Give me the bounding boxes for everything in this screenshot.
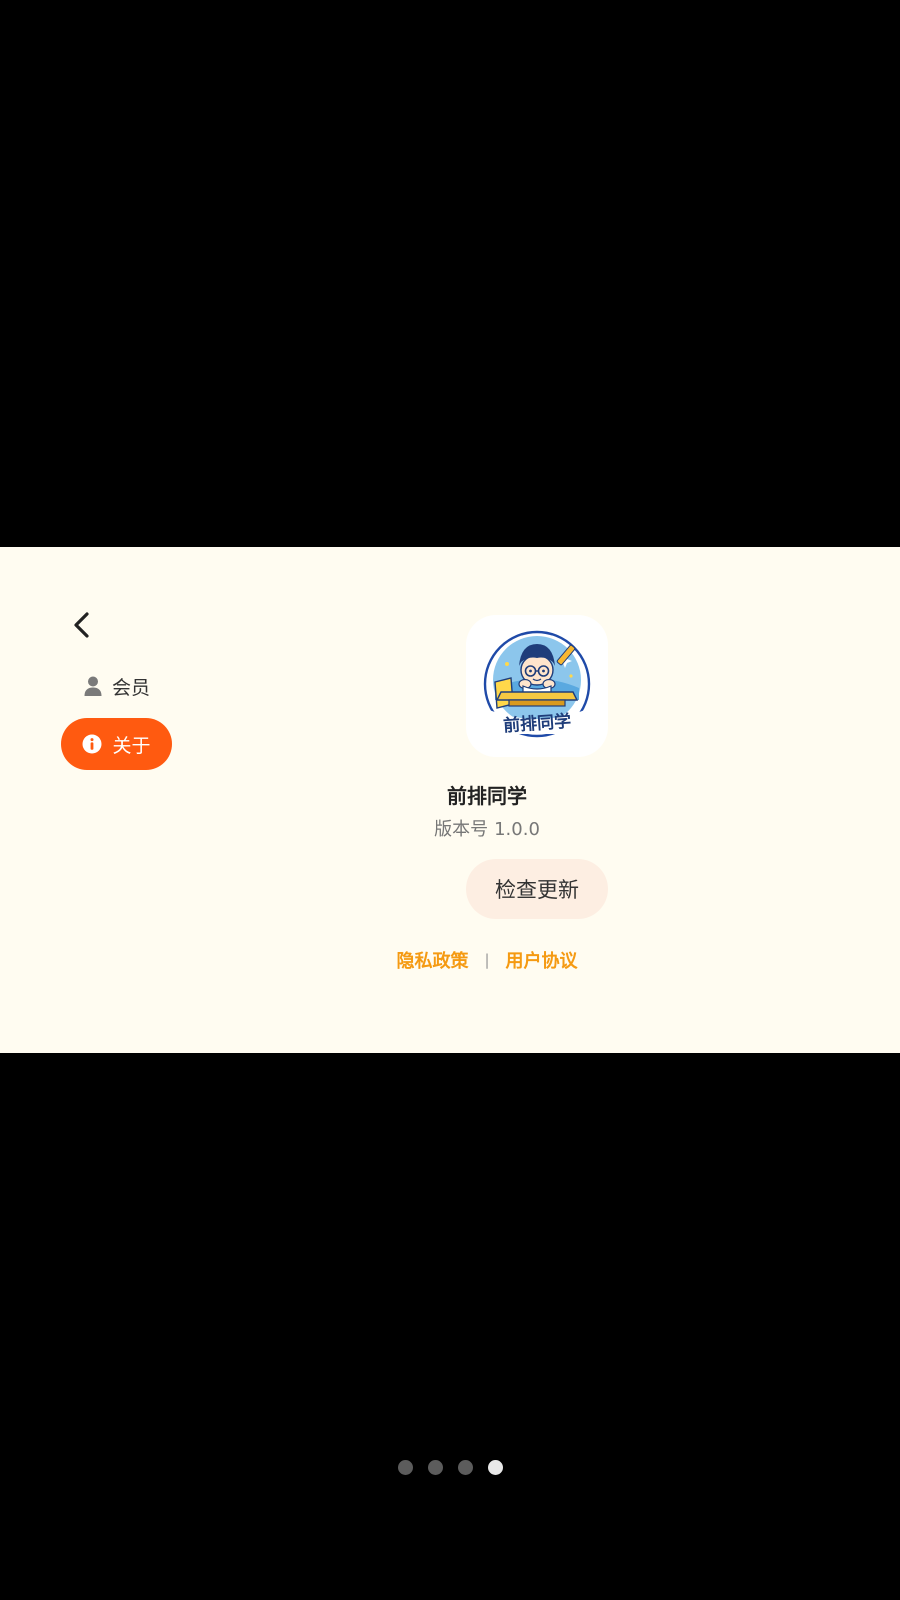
page-dot-4[interactable] [487,1460,503,1475]
about-page-panel: 会员 关于 前排同学 前排同学 版本号 1.0.0 检查更新 隐私政策 | 用户… [0,547,900,1053]
app-version: 版本号 1.0.0 [0,815,900,841]
sidebar-item-label: 关于 [112,734,151,757]
link-separator: | [484,951,490,969]
page-dot-2[interactable] [427,1460,443,1475]
version-value: 1.0.0 [494,819,540,840]
chevron-left-icon [74,612,89,638]
page-dot-3[interactable] [457,1460,473,1475]
info-icon [82,734,102,754]
sidebar-item-about[interactable]: 关于 [61,718,172,770]
sidebar-item-member[interactable]: 会员 [84,671,150,701]
person-icon [84,676,102,696]
check-update-button[interactable]: 检查更新 [466,859,608,919]
app-name: 前排同学 [447,784,527,808]
version-label: 版本号 [434,819,489,840]
privacy-policy-link[interactable]: 隐私政策 [396,947,468,973]
user-agreement-link[interactable]: 用户协议 [506,947,578,973]
page-indicator [0,1460,900,1475]
page-dot-1[interactable] [397,1460,413,1475]
sidebar-item-label: 会员 [112,676,151,699]
back-button[interactable] [62,605,102,645]
app-logo: 前排同学 [466,615,608,757]
screen: 会员 关于 前排同学 前排同学 版本号 1.0.0 检查更新 隐私政策 | 用户… [0,0,900,1600]
legal-links: 隐私政策 | 用户协议 [0,947,900,973]
app-logo-image: 前排同学 [483,630,591,738]
